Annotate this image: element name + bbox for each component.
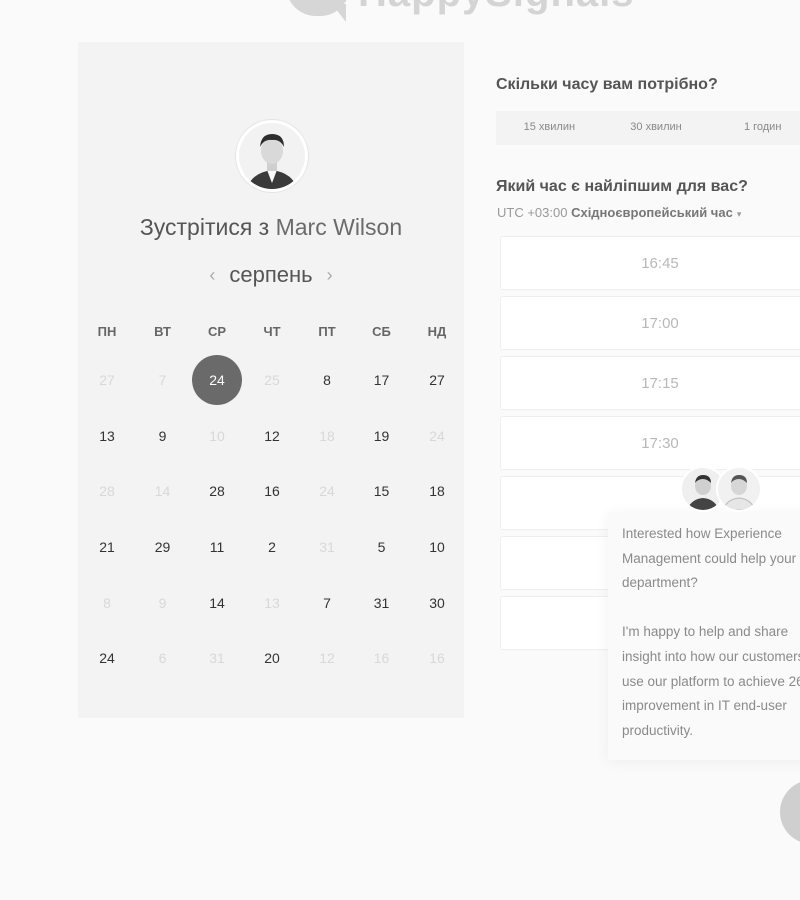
chevron-left-icon[interactable]: ‹ [209,266,215,284]
calendar-day[interactable]: 5 [354,519,409,575]
calendar-day-selected[interactable]: 24 [190,352,244,408]
calendar-week-row: 28 14 28 16 24 15 18 [78,463,464,519]
calendar-day: 9 [158,594,167,611]
calendar-day[interactable]: 7 [300,575,354,631]
calendar-day[interactable]: 9 [135,408,190,464]
calendar-day[interactable]: 10 [409,519,465,575]
calendar-day: 24 [429,427,445,444]
calendar-day: 24 [319,483,335,500]
calendar-day[interactable]: 11 [190,519,244,575]
weekday-label: ПН [97,324,117,339]
calendar-day: 6 [158,650,167,667]
calendar-week-row: 8 9 14 13 7 31 30 [78,575,464,631]
timezone-name: Східноєвропейський час [571,205,733,220]
calendar-day: 16 [373,650,390,667]
weekday-label: СБ [372,324,391,339]
calendar-day: 14 [154,483,171,500]
calendar-day: 10 [209,427,225,444]
weekday-header: ПН ВТ СР ЧТ ПТ СБ НД [78,312,464,352]
calendar-grid: ПН ВТ СР ЧТ ПТ СБ НД 27 7 24 25 8 17 27 13 9 10 12… [78,312,464,686]
calendar-day: 25 [264,371,280,388]
time-slot[interactable]: 17:30 [500,416,800,470]
calendar-day: 16 [429,650,445,667]
calendar-day[interactable]: 28 [190,463,244,519]
calendar-day[interactable]: 12 [244,408,300,464]
calendar-panel: Зустрітися з Marc Wilson ‹ серпень › ПН … [78,42,464,718]
calendar-day[interactable]: 13 [79,408,135,464]
weekday-label: СР [207,324,227,339]
calendar-day: 27 [99,371,115,388]
calendar-day[interactable]: 31 [354,575,409,631]
calendar-day[interactable]: 29 [135,519,190,575]
duration-option-15[interactable]: 15 хвилин [496,111,603,145]
duration-question: Скільки часу вам потрібно? [496,76,718,93]
chat-message: Interested how Experience Management cou… [622,526,797,591]
chat-bubble-logo-icon [280,0,352,24]
calendar-day[interactable]: 17 [354,352,409,408]
duration-option-30[interactable]: 30 хвилин [603,111,710,145]
calendar-day[interactable]: 2 [244,519,300,575]
calendar-day: 31 [319,538,335,555]
chat-agents [680,466,764,516]
agent-avatar [716,466,762,512]
calendar-day: 31 [209,650,225,667]
duration-selector: 15 хвилин 30 хвилин 1 годин [496,111,800,145]
calendar-days: 27 7 24 25 8 17 27 13 9 10 12 18 19 24 28 14 28 16 24 15 18 2… [78,352,464,686]
calendar-day[interactable]: 19 [354,408,409,464]
weekday-label: ПТ [318,324,336,339]
time-slot[interactable]: 16:45 [500,236,800,290]
duration-option-60[interactable]: 1 годин [709,111,800,145]
calendar-day: 18 [319,427,335,444]
calendar-day[interactable]: 18 [409,463,465,519]
brand-logo-text: HappySignals [358,0,635,13]
chat-popup[interactable]: Interested how Experience Management cou… [608,512,800,760]
selected-day-label: 24 [192,354,242,405]
calendar-day[interactable]: 30 [409,575,465,631]
time-slot[interactable]: 17:00 [500,296,800,350]
calendar-day[interactable]: 14 [190,575,244,631]
brand-logo: HappySignals [280,0,635,24]
calendar-week-row: 13 9 10 12 18 19 24 [78,408,464,464]
chat-message: I'm happy to help and share insight into… [622,624,800,738]
weekday-label: ЧТ [263,324,281,339]
month-navigation: ‹ серпень › [78,262,464,288]
time-slot[interactable]: 17:15 [500,356,800,410]
host-avatar [236,120,308,192]
calendar-day: 7 [158,371,167,388]
time-question: Який час є найліпшим для вас? [496,178,748,195]
calendar-day[interactable]: 24 [79,630,135,686]
chevron-right-icon[interactable]: › [327,266,333,284]
calendar-day[interactable]: 16 [244,463,300,519]
calendar-day[interactable]: 27 [409,352,465,408]
current-month: серпень [229,262,313,287]
chat-launcher-button[interactable] [780,780,800,844]
calendar-week-row: 27 7 24 25 8 17 27 [78,352,464,408]
calendar-day: 28 [99,483,115,500]
weekday-label: ВТ [154,324,171,339]
timezone-offset: UTC +03:00 [497,205,568,220]
timezone-selector[interactable]: UTC +03:00 Східноєвропейський час ▾ [497,205,741,220]
calendar-day[interactable]: 8 [300,352,354,408]
calendar-week-row: 21 29 11 2 31 5 10 [78,519,464,575]
calendar-day[interactable]: 15 [354,463,409,519]
calendar-day: 12 [319,650,335,667]
calendar-day[interactable]: 21 [79,519,135,575]
caret-down-icon: ▾ [736,209,742,219]
weekday-label: НД [427,324,447,339]
calendar-day: 8 [103,594,111,611]
calendar-week-row: 24 6 31 20 12 16 16 [78,630,464,686]
meeting-title: Зустрітися з Marc Wilson [78,214,464,241]
calendar-day[interactable]: 20 [244,630,300,686]
host-name: Marc Wilson [275,214,403,240]
meeting-title-prefix: Зустрітися з [139,214,270,240]
booking-page: HappySignals Зустрітися з Marc Wilson ‹ … [0,0,800,900]
calendar-day: 13 [264,594,280,611]
